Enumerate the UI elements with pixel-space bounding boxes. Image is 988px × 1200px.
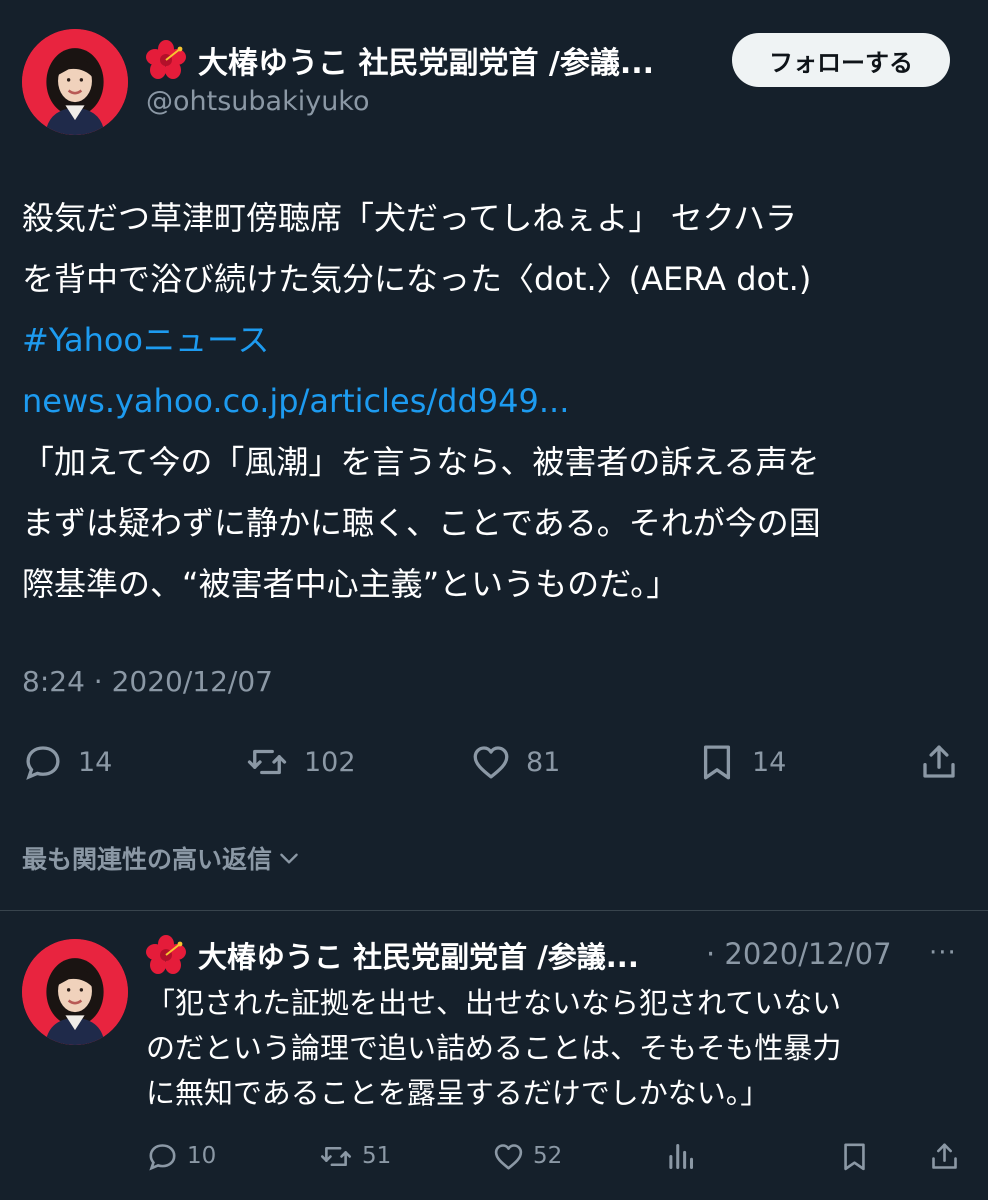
retweet-icon [247,749,287,775]
like-count: 81 [526,746,561,778]
quote-line: 際基準の、“被害者中心主義”というものだ。」 [22,565,679,603]
views-action[interactable] [664,1139,697,1173]
tweet-timestamp[interactable]: 8:24 · 2020/12/07 [22,665,273,698]
reply-reply-action[interactable]: 10 [146,1139,216,1173]
heart-icon [473,746,509,779]
hashtag-link[interactable]: #Yahooニュース [22,310,972,371]
profile-photo-icon [22,29,128,135]
reply-count: 14 [78,746,113,778]
divider [0,910,988,911]
reply-author-avatar[interactable] [22,939,128,1045]
reply-author-display-name[interactable]: 大椿ゆうこ 社民党副党首 /参議... [198,935,639,975]
retweet-icon [320,1146,352,1166]
hibiscus-icon [146,935,186,975]
heart-icon [494,1143,523,1169]
reply-text-line: 「犯された証拠を出せ、出せないなら犯されていない [146,986,842,1020]
reply-icon [26,746,60,780]
author-avatar[interactable] [22,29,128,135]
author-name-row[interactable]: 大椿ゆうこ 社民党副党首 /参議... [146,40,706,80]
quote-line: まずは疑わずに静かに聴く、ことである。それが今の国 [22,504,821,542]
more-options-icon[interactable]: ··· [929,938,957,968]
share-action[interactable] [918,740,960,784]
profile-photo-icon [22,939,128,1045]
hibiscus-icon [146,40,186,80]
reply-retweet-action[interactable]: 51 [318,1139,391,1173]
reply-text-line: のだという論理で追い詰めることは、そもそも性暴力 [146,1031,842,1065]
bookmark-icon [844,1143,865,1170]
retweet-action[interactable]: 102 [244,740,356,784]
reply-action[interactable]: 14 [22,740,112,784]
tweet-text-line: を背中で浴び続けた気分になった〈dot.〉(AERA dot.) [22,260,812,298]
bookmark-action[interactable]: 14 [696,740,786,784]
reply-author-name-row[interactable]: 大椿ゆうこ 社民党副党首 /参議... [146,935,708,975]
tweet-text: 殺気だつ草津町傍聴席「犬だってしねぇよ」 セクハラ を背中で浴び続けた気分になっ… [22,188,972,615]
author-display-name[interactable]: 大椿ゆうこ 社民党副党首 /参議... [198,40,654,80]
article-link[interactable]: news.yahoo.co.jp/articles/dd949... [22,371,972,432]
author-handle[interactable]: @ohtsubakiyuko [146,86,370,117]
reply-share-action[interactable] [928,1139,961,1173]
chevron-down-icon [280,853,298,864]
like-action[interactable]: 81 [470,740,560,784]
reply-sort-label: 最も関連性の高い返信 [22,845,273,874]
reply-sort-dropdown[interactable]: 最も関連性の高い返信 [22,838,302,878]
reply-date[interactable]: · 2020/12/07 [706,937,892,971]
analytics-icon [669,1143,694,1169]
bookmark-icon [703,745,731,780]
like-count: 52 [533,1143,563,1169]
reply-text-line: に無知であることを露呈するだけでしかない。」 [146,1076,770,1110]
quote-line: 「加えて今の「風潮」を言うなら、被害者の訴える声を [22,443,820,481]
reply-text: 「犯された証拠を出せ、出せないなら犯されていない のだという論理で追い詰めること… [146,981,976,1116]
reply-bookmark-action[interactable] [838,1139,871,1173]
tweet-text-line: 殺気だつ草津町傍聴席「犬だってしねぇよ」 セクハラ [22,199,797,237]
retweet-count: 102 [304,746,356,778]
follow-button[interactable]: フォローする [732,33,950,87]
share-icon [932,1143,957,1169]
bookmark-count: 14 [752,746,787,778]
retweet-count: 51 [362,1143,392,1169]
reply-count: 10 [187,1143,217,1169]
reply-icon [149,1143,176,1171]
share-icon [923,745,955,778]
reply-like-action[interactable]: 52 [492,1139,562,1173]
